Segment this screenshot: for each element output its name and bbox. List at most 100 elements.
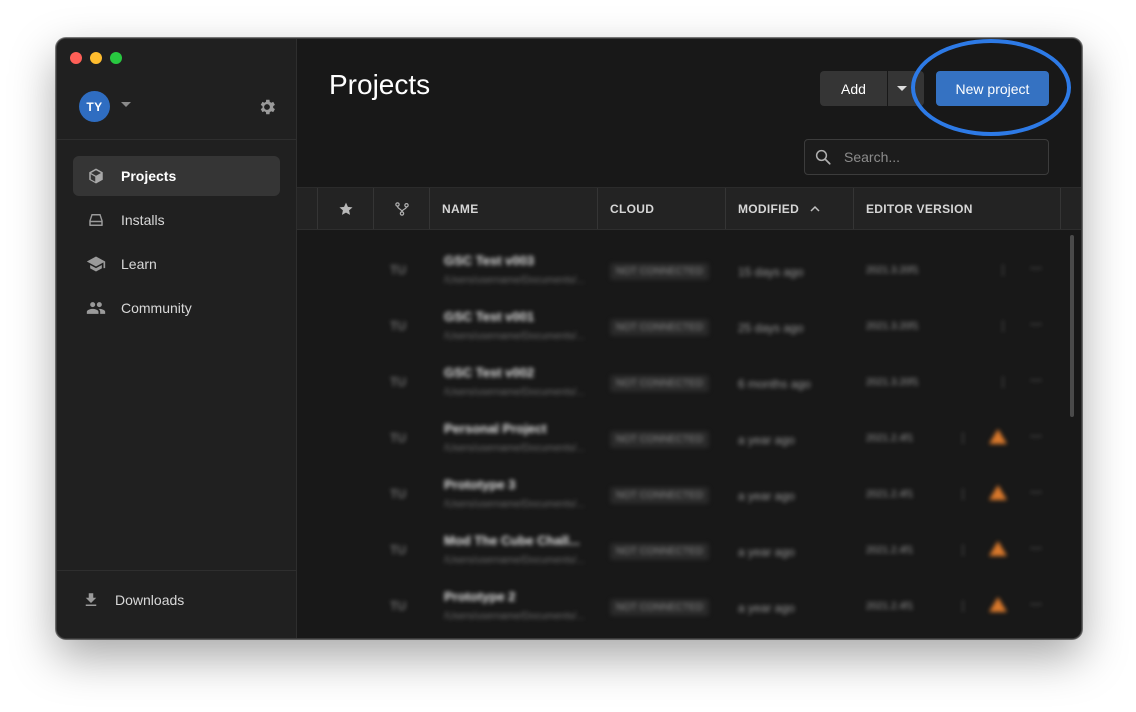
editor-version: 2021.2.4f1 bbox=[866, 433, 914, 444]
ellipsis-icon[interactable]: ⋯ bbox=[1030, 261, 1042, 275]
warning-icon[interactable] bbox=[989, 429, 1007, 444]
search-icon bbox=[815, 149, 831, 165]
project-path: /Users/username/Documents/... bbox=[444, 499, 585, 510]
new-project-button[interactable]: New project bbox=[936, 71, 1049, 106]
cloud-status: NOT CONNECTED bbox=[610, 487, 710, 504]
sidebar-item-community[interactable]: Community bbox=[73, 288, 280, 328]
modified-date: 6 months ago bbox=[738, 377, 811, 391]
ellipsis-icon[interactable]: ⋯ bbox=[1030, 541, 1042, 555]
account-dropdown-icon[interactable] bbox=[121, 102, 131, 107]
page-title: Projects bbox=[329, 69, 431, 100]
table-row[interactable]: TU Personal Project /Users/username/Docu… bbox=[297, 411, 1057, 467]
project-path: /Users/username/Documents/... bbox=[444, 275, 585, 286]
vertical-scrollbar[interactable] bbox=[1070, 235, 1074, 417]
more-options-icon[interactable]: ⋮ bbox=[997, 375, 1009, 389]
cloud-status: NOT CONNECTED bbox=[610, 375, 710, 392]
editor-version: 2021.2.4f1 bbox=[866, 545, 914, 556]
more-options-icon[interactable]: ⋮ bbox=[957, 543, 969, 557]
column-cloud[interactable]: CLOUD bbox=[597, 188, 725, 229]
sidebar: TY Projects Installs Learn Community Dow… bbox=[57, 39, 297, 638]
cloud-status: NOT CONNECTED bbox=[610, 319, 710, 336]
sidebar-item-label: Projects bbox=[121, 168, 177, 184]
more-options-icon[interactable]: ⋮ bbox=[957, 487, 969, 501]
search-input[interactable] bbox=[842, 148, 1036, 166]
project-path: /Users/username/Documents/... bbox=[444, 555, 585, 566]
project-list: TU GSC Test v003 /Users/username/Documen… bbox=[297, 229, 1081, 638]
ellipsis-icon[interactable]: ⋯ bbox=[1030, 317, 1042, 331]
downloads-label: Downloads bbox=[115, 592, 185, 608]
ellipsis-icon[interactable]: ⋯ bbox=[1030, 429, 1042, 443]
column-favorite[interactable] bbox=[317, 188, 373, 229]
project-name: GSC Test v002 bbox=[444, 365, 535, 380]
gear-icon[interactable] bbox=[257, 97, 277, 117]
sort-ascending-icon bbox=[810, 205, 820, 212]
add-button[interactable]: Add bbox=[820, 71, 887, 106]
drive-icon bbox=[86, 210, 106, 230]
warning-icon[interactable] bbox=[989, 597, 1007, 612]
more-options-icon[interactable]: ⋮ bbox=[957, 431, 969, 445]
vcs-status: TU bbox=[390, 599, 406, 613]
star-icon bbox=[338, 202, 353, 215]
minimize-window-button[interactable] bbox=[90, 52, 102, 64]
column-editor-version[interactable]: EDITOR VERSION bbox=[853, 188, 1061, 229]
chevron-down-icon bbox=[897, 86, 907, 91]
project-name: Prototype 3 bbox=[444, 477, 516, 492]
cloud-status: NOT CONNECTED bbox=[610, 599, 710, 616]
project-name: Mod The Cube Chall... bbox=[444, 533, 580, 548]
project-path: /Users/username/Documents/... bbox=[444, 611, 585, 622]
sidebar-divider bbox=[57, 139, 296, 140]
editor-version: 2021.2.4f1 bbox=[866, 601, 914, 612]
people-icon bbox=[86, 298, 106, 318]
column-modified[interactable]: MODIFIED bbox=[725, 188, 853, 229]
close-window-button[interactable] bbox=[70, 52, 82, 64]
table-row[interactable]: TU Prototype 2 /Users/username/Documents… bbox=[297, 579, 1057, 635]
editor-version: 2021.2.4f1 bbox=[866, 489, 914, 500]
more-options-icon[interactable]: ⋮ bbox=[957, 599, 969, 613]
downloads-button[interactable]: Downloads bbox=[81, 590, 184, 610]
vcs-status: TU bbox=[390, 487, 406, 501]
sidebar-item-label: Community bbox=[121, 300, 192, 316]
more-options-icon[interactable]: ⋮ bbox=[997, 263, 1009, 277]
table-row[interactable]: TU GSC Test v001 /Users/username/Documen… bbox=[297, 299, 1057, 355]
add-dropdown-button[interactable] bbox=[888, 71, 924, 106]
column-name[interactable]: NAME bbox=[429, 188, 597, 229]
main-panel: Projects Add New project NAME CLOUD MODI… bbox=[297, 39, 1081, 638]
download-icon bbox=[81, 590, 101, 610]
user-avatar[interactable]: TY bbox=[79, 91, 110, 122]
table-row[interactable]: TU GSC Test v003 /Users/username/Documen… bbox=[297, 243, 1057, 299]
ellipsis-icon[interactable]: ⋯ bbox=[1030, 597, 1042, 611]
project-path: /Users/username/Documents/... bbox=[444, 331, 585, 342]
project-path: /Users/username/Documents/... bbox=[444, 387, 585, 398]
window-controls bbox=[70, 52, 122, 64]
sidebar-item-learn[interactable]: Learn bbox=[73, 244, 280, 284]
table-header: NAME CLOUD MODIFIED EDITOR VERSION bbox=[297, 187, 1081, 230]
modified-date: a year ago bbox=[738, 489, 795, 503]
project-name: GSC Test v003 bbox=[444, 253, 535, 268]
sidebar-item-projects[interactable]: Projects bbox=[73, 156, 280, 196]
graduation-cap-icon bbox=[86, 254, 106, 274]
table-row[interactable]: TU GSC Test v002 /Users/username/Documen… bbox=[297, 355, 1057, 411]
zoom-window-button[interactable] bbox=[110, 52, 122, 64]
modified-date: 25 days ago bbox=[738, 321, 804, 335]
cloud-status: NOT CONNECTED bbox=[610, 431, 710, 448]
column-vcs[interactable] bbox=[373, 188, 429, 229]
warning-icon[interactable] bbox=[989, 541, 1007, 556]
table-row[interactable]: TU Prototype 3 /Users/username/Documents… bbox=[297, 467, 1057, 523]
editor-version: 2021.3.20f1 bbox=[866, 265, 919, 276]
project-name: GSC Test v001 bbox=[444, 309, 535, 324]
vcs-status: TU bbox=[390, 543, 406, 557]
cloud-status: NOT CONNECTED bbox=[610, 263, 710, 280]
ellipsis-icon[interactable]: ⋯ bbox=[1030, 373, 1042, 387]
branch-icon bbox=[394, 201, 409, 216]
more-options-icon[interactable]: ⋮ bbox=[997, 319, 1009, 333]
vcs-status: TU bbox=[390, 375, 406, 389]
table-row[interactable]: TU Mod The Cube Chall... /Users/username… bbox=[297, 523, 1057, 579]
modified-date: a year ago bbox=[738, 433, 795, 447]
warning-icon[interactable] bbox=[989, 485, 1007, 500]
cloud-status: NOT CONNECTED bbox=[610, 543, 710, 560]
ellipsis-icon[interactable]: ⋯ bbox=[1030, 485, 1042, 499]
sidebar-item-installs[interactable]: Installs bbox=[73, 200, 280, 240]
sidebar-divider bbox=[57, 570, 296, 571]
search-box[interactable] bbox=[804, 139, 1049, 175]
modified-date: a year ago bbox=[738, 545, 795, 559]
